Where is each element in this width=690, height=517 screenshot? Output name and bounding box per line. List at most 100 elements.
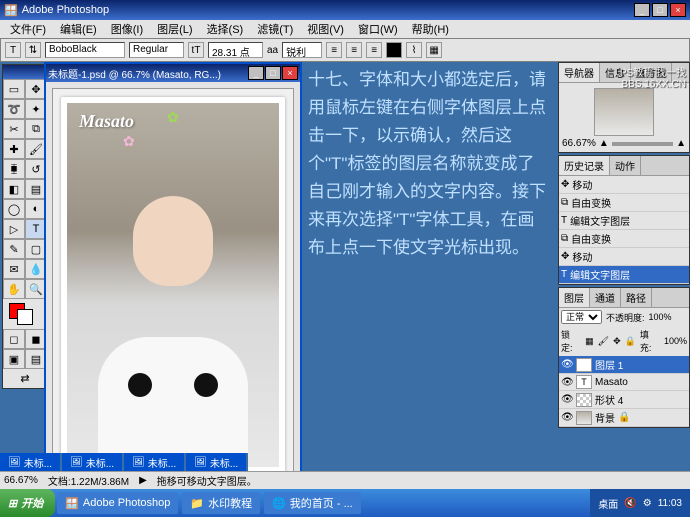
menu-image[interactable]: 图像(I)	[105, 21, 149, 37]
lock-paint-icon[interactable]: 🖌	[598, 336, 609, 347]
tab-paths[interactable]: 路径	[621, 288, 652, 307]
visibility-icon[interactable]: 👁	[561, 359, 573, 370]
menu-layer[interactable]: 图层(L)	[151, 21, 198, 37]
visibility-icon[interactable]: 👁	[561, 394, 573, 405]
font-size-field[interactable]: 28.31 点	[208, 42, 263, 58]
doc-tab[interactable]: 🖼未标...	[62, 453, 122, 471]
layer-name[interactable]: 图层 1	[595, 357, 623, 372]
eraser-tool[interactable]: ◧	[3, 179, 25, 199]
toolbox-titlebar[interactable]	[3, 65, 47, 79]
align-left-icon[interactable]: ≡	[326, 42, 342, 58]
font-style-field[interactable]: Regular	[129, 42, 184, 58]
align-right-icon[interactable]: ≡	[366, 42, 382, 58]
char-panel-icon[interactable]: ▦	[426, 42, 442, 58]
move-icon: ✥	[561, 251, 569, 262]
history-item[interactable]: ✥移动	[559, 176, 689, 194]
layer-name[interactable]: 形状 4	[595, 392, 623, 407]
align-center-icon[interactable]: ≡	[346, 42, 362, 58]
close-button[interactable]: ×	[670, 3, 686, 17]
visibility-icon[interactable]: 👁	[561, 412, 573, 423]
zoom-out-icon[interactable]: ▲	[599, 138, 609, 149]
task-item[interactable]: 📁水印教程	[182, 492, 260, 514]
lock-trans-icon[interactable]: ▦	[585, 336, 594, 347]
zoom-slider[interactable]	[612, 142, 673, 146]
doc-tab[interactable]: 🖼未标...	[0, 453, 60, 471]
menu-view[interactable]: 视图(V)	[301, 21, 350, 37]
history-item[interactable]: ⧉自由变换	[559, 194, 689, 212]
text-color-swatch[interactable]	[386, 42, 402, 58]
menu-filter[interactable]: 滤镜(T)	[251, 21, 299, 37]
app-icon: 🪟	[4, 4, 18, 17]
notes-tool[interactable]: ✉	[3, 259, 25, 279]
history-item[interactable]: T编辑文字图层	[559, 212, 689, 230]
tab-history[interactable]: 历史记录	[559, 156, 610, 175]
task-item[interactable]: 🪟Adobe Photoshop	[57, 492, 178, 514]
heal-tool[interactable]: ✚	[3, 139, 25, 159]
tray-icon[interactable]: ⚙	[643, 498, 652, 509]
marquee-tool[interactable]: ▭	[3, 79, 25, 99]
lock-all-icon[interactable]: 🔒	[625, 336, 636, 347]
antialias-field[interactable]: 锐利	[282, 42, 322, 58]
navigator-thumbnail[interactable]	[594, 88, 654, 136]
document-titlebar[interactable]: 未标题-1.psd @ 66.7% (Masato, RG...) _ □ ×	[46, 64, 300, 82]
menu-edit[interactable]: 编辑(E)	[54, 21, 103, 37]
warp-text-icon[interactable]: ⌇	[406, 42, 422, 58]
layer-item[interactable]: 👁 T Masato	[559, 374, 689, 391]
pen-tool[interactable]: ✎	[3, 239, 25, 259]
opacity-value[interactable]: 100%	[649, 312, 672, 322]
layer-item[interactable]: 👁 背景 🔒	[559, 409, 689, 427]
history-item[interactable]: ⧉自由变换	[559, 230, 689, 248]
doc-close[interactable]: ×	[282, 66, 298, 80]
maximize-button[interactable]: □	[652, 3, 668, 17]
layer-name[interactable]: 背景	[595, 410, 615, 425]
crop-tool[interactable]: ✂	[3, 119, 25, 139]
tab-layers[interactable]: 图层	[559, 288, 590, 307]
tray-icon[interactable]: 🔇	[624, 498, 636, 509]
layer-name[interactable]: Masato	[595, 377, 628, 388]
hand-tool[interactable]: ✋	[3, 279, 25, 299]
document-tabs: 🖼未标... 🖼未标... 🖼未标... 🖼未标...	[0, 453, 248, 471]
menu-window[interactable]: 窗口(W)	[352, 21, 404, 37]
menu-select[interactable]: 选择(S)	[201, 21, 250, 37]
canvas[interactable]: Masato ✿ ✿	[52, 88, 294, 482]
tab-actions[interactable]: 动作	[610, 156, 641, 175]
start-button[interactable]: ⊞ 开始	[0, 489, 55, 517]
status-bar: 66.67% 文档:1.22M/3.86M ▶ 拖移可移动文字图层。	[0, 471, 690, 489]
move-icon: ✥	[561, 179, 569, 190]
fill-value[interactable]: 100%	[664, 336, 687, 346]
task-item[interactable]: 🌐我的首页 - ...	[264, 492, 361, 514]
status-zoom[interactable]: 66.67%	[4, 475, 38, 486]
shape-layer-icon	[576, 393, 592, 407]
tab-channels[interactable]: 通道	[590, 288, 621, 307]
type-icon: T	[561, 269, 567, 280]
tab-navigator[interactable]: 导航器	[559, 63, 600, 82]
tray-desktop[interactable]: 桌面	[598, 496, 618, 511]
zoom-in-icon[interactable]: ▲	[676, 138, 686, 149]
lasso-tool[interactable]: ➰	[3, 99, 25, 119]
layer-item[interactable]: 👁 T 图层 1	[559, 356, 689, 374]
lock-move-icon[interactable]: ✥	[613, 336, 621, 347]
font-family-field[interactable]: BoboBlack	[45, 42, 125, 58]
path-tool[interactable]: ▷	[3, 219, 25, 239]
doc-minimize[interactable]: _	[248, 66, 264, 80]
screenmode-1[interactable]: ▣	[3, 349, 25, 369]
doc-tab[interactable]: 🖼未标...	[186, 453, 246, 471]
background-color[interactable]	[17, 309, 33, 325]
tray-clock[interactable]: 11:03	[658, 498, 682, 509]
history-item[interactable]: T编辑文字图层	[559, 266, 689, 284]
blur-tool[interactable]: ◯	[3, 199, 25, 219]
doc-tab[interactable]: 🖼未标...	[124, 453, 184, 471]
layer-item[interactable]: 👁 形状 4	[559, 391, 689, 409]
orientation-toggle[interactable]: ⇅	[25, 42, 41, 58]
baby-head	[133, 196, 213, 286]
menu-file[interactable]: 文件(F)	[4, 21, 52, 37]
visibility-icon[interactable]: 👁	[561, 377, 573, 388]
stamp-tool[interactable]: ⧯	[3, 159, 25, 179]
menu-help[interactable]: 帮助(H)	[406, 21, 455, 37]
doc-maximize[interactable]: □	[265, 66, 281, 80]
minimize-button[interactable]: _	[634, 3, 650, 17]
quickmask-off[interactable]: ◻	[3, 329, 25, 349]
blend-mode-select[interactable]: 正常	[561, 310, 602, 324]
imageready-icon[interactable]: ⇄	[3, 369, 47, 388]
history-item[interactable]: ✥移动	[559, 248, 689, 266]
